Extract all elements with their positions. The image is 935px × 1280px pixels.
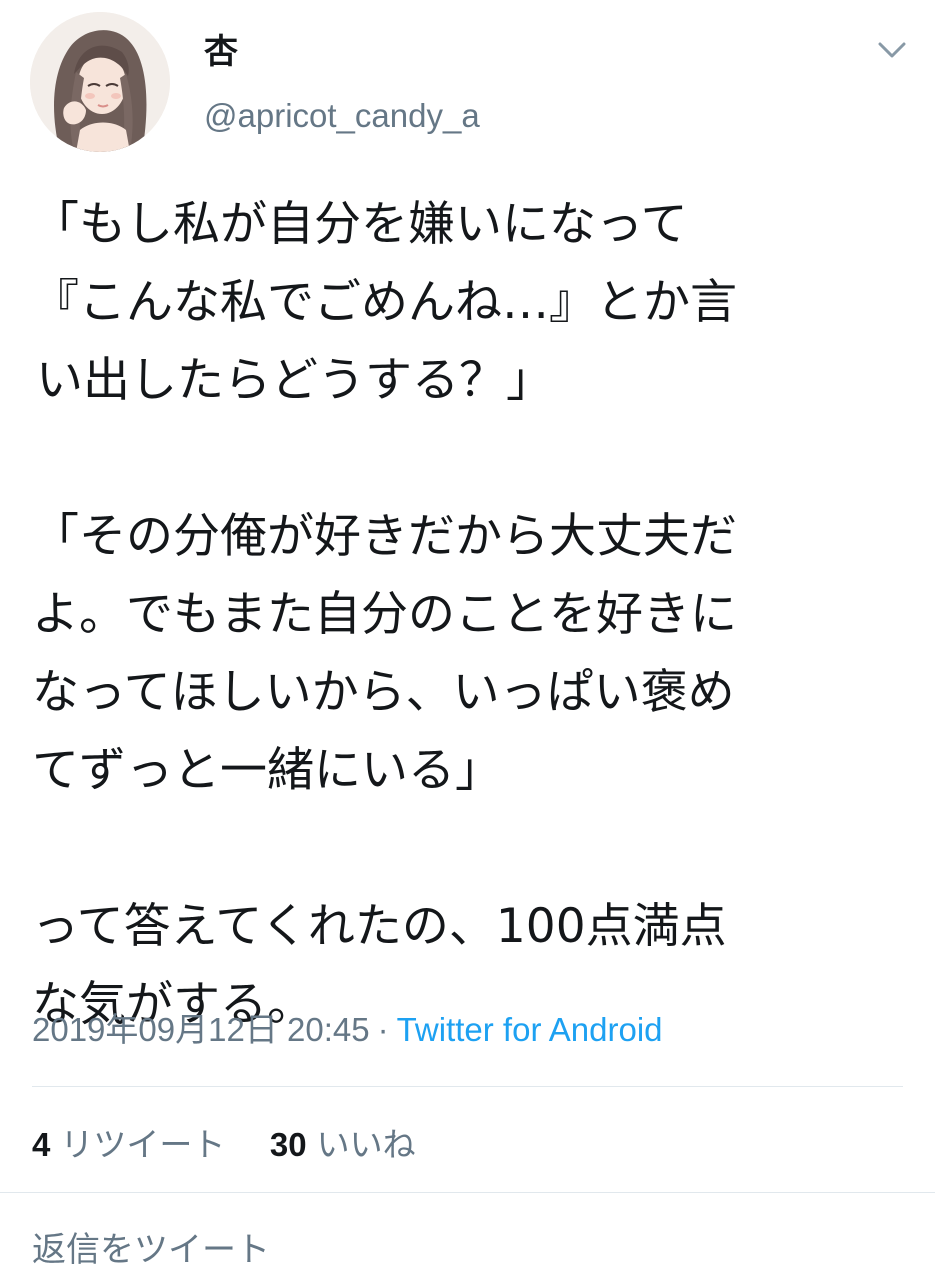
tweet-line: てずっと一緒にいる」 bbox=[32, 743, 502, 798]
meta-separator: · bbox=[377, 1011, 389, 1048]
display-name[interactable]: 杏 bbox=[204, 30, 238, 74]
tweet-line: なってほしいから、いっぱい褒め bbox=[32, 665, 735, 720]
tweet-line: 「その分俺が好きだから大丈夫だ bbox=[32, 509, 737, 564]
retweet-label: リツイート bbox=[60, 1125, 226, 1164]
avatar[interactable] bbox=[30, 12, 170, 152]
like-count: 30 bbox=[269, 1126, 307, 1163]
tweet-line: って答えてくれたの、100点満点 bbox=[32, 899, 727, 954]
chevron-down-icon[interactable] bbox=[874, 36, 910, 64]
like-label: いいね bbox=[316, 1125, 416, 1164]
tweet-text: 「もし私が自分を嫌いになって 『こんな私でごめんね…』とか言 い出したらどうする… bbox=[32, 186, 927, 1044]
like-stat[interactable]: 30 いいね bbox=[270, 1120, 416, 1170]
source-link[interactable]: Twitter for Android bbox=[397, 1011, 663, 1048]
retweet-count: 4 bbox=[32, 1126, 51, 1163]
timestamp[interactable]: 2019年09月12日 20:45 bbox=[32, 1011, 370, 1048]
engagement-stats: 4 リツイート 30 いいね bbox=[32, 1120, 416, 1170]
tweet-line: い出したらどうする？」 bbox=[36, 353, 553, 408]
reply-input[interactable]: 返信をツイート bbox=[32, 1226, 270, 1274]
tweet-line: 『こんな私でごめんね…』とか言 bbox=[32, 275, 737, 330]
tweet-line: 「もし私が自分を嫌いになって bbox=[32, 197, 688, 252]
divider bbox=[0, 1192, 935, 1193]
tweet-meta: 2019年09月12日 20:45 · Twitter for Android bbox=[32, 1006, 663, 1054]
tweet-line: よ。でもまた自分のことを好きに bbox=[32, 587, 737, 642]
retweet-stat[interactable]: 4 リツイート bbox=[32, 1120, 225, 1170]
user-handle[interactable]: @apricot_candy_a bbox=[204, 94, 480, 138]
portrait-illustration bbox=[30, 12, 170, 152]
divider bbox=[32, 1086, 903, 1087]
